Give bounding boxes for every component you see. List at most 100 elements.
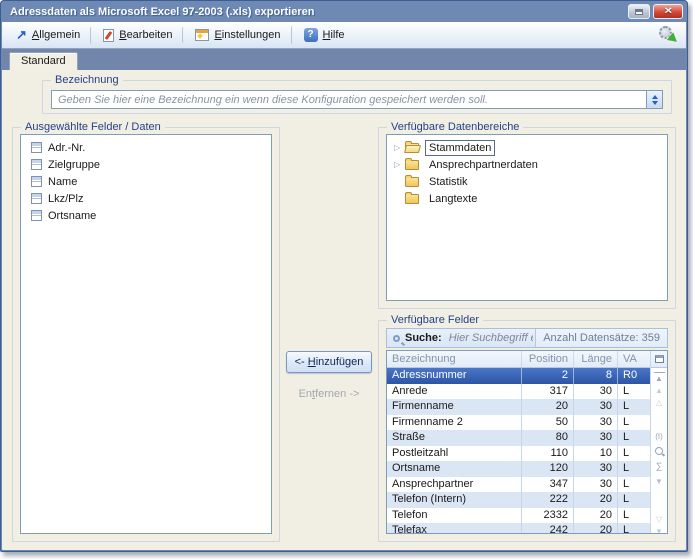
tree-item[interactable]: Langtexte [394,190,667,207]
folder-icon [405,160,419,170]
search-icon[interactable] [651,445,667,457]
Telefon (Intern)[interactable]: Telefon (Intern) 222 20 L [387,492,650,508]
combo-spinner-button[interactable] [646,91,662,108]
bezeichnung-group: Bezeichnung [42,80,672,114]
tree-item[interactable]: ▷ Stammdaten [394,139,667,156]
Straße[interactable]: Straße 80 30 L [387,430,650,446]
row-up-icon[interactable] [651,396,667,408]
page-up-icon[interactable] [651,384,667,396]
column-header-laenge[interactable]: Länge [574,351,618,367]
selected-fields-listbox[interactable]: Adr.-Nr. Zielgruppe Name Lkz/Plz [20,134,272,534]
selected-fields-caption: Ausgewählte Felder / Daten [21,121,165,134]
tab-strip: Standard [2,49,686,70]
selected-fields-group: Ausgewählte Felder / Daten Adr.-Nr. Ziel… [12,127,280,542]
table-field-icon [31,210,42,221]
list-item[interactable]: Ortsname [31,207,271,224]
insert-icon[interactable] [651,430,667,442]
list-item-label: Ortsname [48,210,96,222]
main-area: Ausgewählte Felder / Daten Adr.-Nr. Ziel… [12,127,676,542]
table-header[interactable]: Bezeichnung Position Länge VA [387,351,650,368]
folder-icon [405,177,419,187]
list-item[interactable]: Lkz/Plz [31,190,271,207]
Ortsname[interactable]: Ortsname 120 30 L [387,461,650,477]
table-field-icon [31,193,42,204]
expander-icon[interactable]: ▷ [394,144,405,152]
bezeichnung-caption: Bezeichnung [51,74,123,87]
search-bar: Suche: Anzahl Datensätze: 359 [386,328,668,348]
Ansprechpartner[interactable]: Ansprechpartner 347 30 L [387,477,650,493]
edit-page-icon [103,29,114,42]
Adressnummer[interactable]: Adressnummer 2 8 R0 [387,368,650,384]
remove-button-disabled: Entfernen -> [299,388,360,400]
add-button[interactable]: <- Hinzufügen [286,351,372,373]
table-field-icon [31,159,42,170]
close-icon: × [664,6,672,17]
right-column: Verfügbare Datenbereiche ▷ Stammdaten ▷ [378,127,676,542]
column-header-bezeichnung[interactable]: Bezeichnung [387,351,522,367]
list-item[interactable]: Adr.-Nr. [31,139,271,156]
record-count: Anzahl Datensätze: 359 [535,329,667,347]
list-item-label: Name [48,176,77,188]
data-areas-tree: ▷ Stammdaten ▷ Ansprechpartnerdaten [387,135,667,207]
tree-item[interactable]: ▷ Ansprechpartnerdaten [394,156,667,173]
grid-nav-icons [651,368,667,534]
column-chooser-icon[interactable] [651,351,667,368]
sum-icon[interactable] [651,460,667,472]
Postleitzahl[interactable]: Postleitzahl 110 10 L [387,446,650,462]
column-header-position[interactable]: Position [522,351,574,367]
available-fields-group: Verfügbare Felder Suche: Anzahl Datensät… [378,320,676,542]
arrow-up-right-icon [16,29,27,41]
search-label: Suche: [405,332,442,344]
toolbar-button-einstellungen[interactable]: Einstellungen [182,27,288,43]
restore-button[interactable] [628,4,650,19]
available-fields-caption: Verfügbare Felder [387,314,483,327]
data-areas-treebox[interactable]: ▷ Stammdaten ▷ Ansprechpartnerdaten [386,134,668,301]
close-button[interactable]: × [653,4,683,19]
list-item-label: Zielgruppe [48,159,100,171]
toolbar-button-hilfe[interactable]: Hilfe [291,26,353,44]
scroll-top-icon[interactable] [654,372,665,384]
bezeichnung-combo [51,90,663,109]
export-dialog-window: Adressdaten als Microsoft Excel 97-2003 … [0,0,688,552]
bezeichnung-input[interactable] [52,91,646,108]
page-down-icon[interactable] [651,525,667,534]
list-item[interactable]: Name [31,173,271,190]
tree-item-label: Langtexte [425,191,481,207]
filter-icon[interactable] [651,475,667,487]
fields-table: Bezeichnung Position Länge VA Adressnumm… [387,351,650,533]
column-header-va[interactable]: VA [618,351,650,367]
export-run-icon[interactable] [658,26,678,44]
dialog-content: Bezeichnung Ausgewählte Felder / Daten A… [2,70,686,550]
main-toolbar: Allgemein Bearbeiten Einstellungen Hilfe [2,22,686,49]
Telefax[interactable]: Telefax 242 20 L [387,523,650,534]
search-input[interactable] [447,331,536,345]
tree-item[interactable]: Statistik [394,173,667,190]
list-item[interactable]: Zielgruppe [31,156,271,173]
help-icon [304,28,318,42]
data-areas-group: Verfügbare Datenbereiche ▷ Stammdaten ▷ [378,127,676,309]
folder-icon [405,143,419,153]
tree-item-label: Ansprechpartnerdaten [425,157,542,173]
search-icon [393,335,400,342]
Firmenname 2[interactable]: Firmenname 2 50 30 L [387,415,650,431]
Anrede[interactable]: Anrede 317 30 L [387,384,650,400]
title-bar[interactable]: Adressdaten als Microsoft Excel 97-2003 … [1,1,687,22]
toolbar-button-bearbeiten[interactable]: Bearbeiten [90,27,180,44]
list-item-label: Adr.-Nr. [48,142,85,154]
Firmenname[interactable]: Firmenname 20 30 L [387,399,650,415]
toolbar-button-allgemein[interactable]: Allgemein [10,27,88,43]
tree-item-label: Statistik [425,174,472,190]
expander-icon[interactable]: ▷ [394,161,405,169]
folder-icon [405,194,419,204]
restore-icon [635,9,643,15]
spin-down-icon [652,101,658,105]
tab-standard[interactable]: Standard [9,52,78,70]
window-title: Adressdaten als Microsoft Excel 97-2003 … [10,6,625,18]
table-field-icon [31,142,42,153]
Telefon[interactable]: Telefon 2332 20 L [387,508,650,524]
table-field-icon [31,176,42,187]
list-item-label: Lkz/Plz [48,193,83,205]
spin-up-icon [652,95,658,99]
grid-side-toolbar [650,351,667,533]
row-down-icon[interactable] [651,513,667,525]
